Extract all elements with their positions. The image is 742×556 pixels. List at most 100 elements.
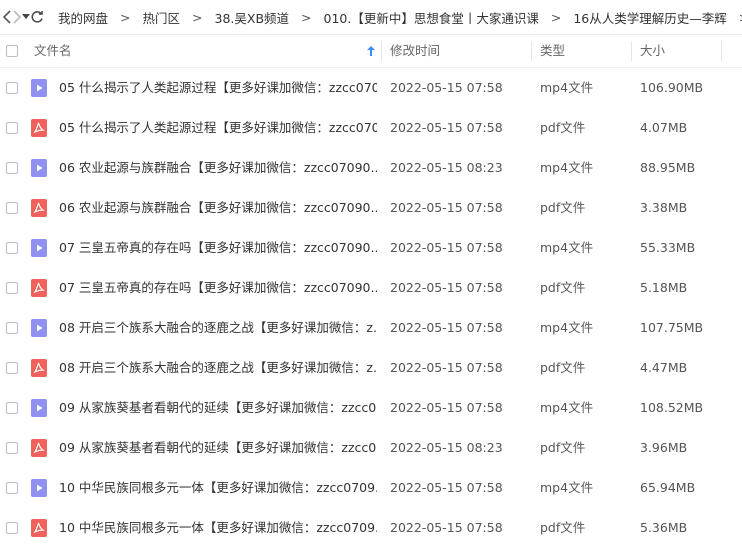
video-file-icon — [31, 479, 47, 497]
row-checkbox[interactable] — [6, 402, 18, 414]
breadcrumb-item-current-folder[interactable]: 16从人类学理解历史—李辉 — [573, 8, 726, 27]
file-row[interactable]: 08 开启三个族系大融合的逐鹿之战【更多好课加微信：z... 2022-05-15… — [0, 308, 742, 348]
file-name[interactable]: 06 农业起源与族群融合【更多好课加微信：zzcc07090... — [59, 188, 377, 228]
file-size: 88.95MB — [640, 160, 696, 175]
file-row[interactable]: 09 从家族葵基者看朝代的延续【更多好课加微信：zzcc0... 2022-05-… — [0, 428, 742, 468]
row-checkbox[interactable] — [6, 362, 18, 374]
file-size: 65.94MB — [640, 480, 696, 495]
forward-button[interactable] — [12, 0, 22, 34]
file-size: 106.90MB — [640, 80, 704, 95]
pdf-file-icon — [31, 359, 47, 377]
video-file-icon — [31, 159, 47, 177]
breadcrumb-separator: > — [120, 9, 131, 25]
video-file-icon — [31, 79, 47, 97]
row-checkbox[interactable] — [6, 482, 18, 494]
video-file-icon — [31, 319, 47, 337]
file-name[interactable]: 05 什么揭示了人类起源过程【更多好课加微信：zzcc070... — [59, 108, 377, 148]
file-name[interactable]: 09 从家族葵基者看朝代的延续【更多好课加微信：zzcc0... — [59, 388, 377, 428]
file-name[interactable]: 10 中华民族同根多元一体【更多好课加微信：zzcc0709... — [59, 468, 377, 508]
breadcrumb-separator: > — [550, 9, 562, 25]
column-divider[interactable] — [631, 41, 632, 61]
file-modified-time: 2022-05-15 08:23 — [390, 160, 503, 175]
file-size: 3.38MB — [640, 200, 688, 215]
file-name[interactable]: 08 开启三个族系大融合的逐鹿之战【更多好课加微信：z... — [59, 308, 377, 348]
file-modified-time: 2022-05-15 07:58 — [390, 240, 503, 255]
file-size: 4.07MB — [640, 120, 688, 135]
row-checkbox[interactable] — [6, 242, 18, 254]
file-name[interactable]: 08 开启三个族系大融合的逐鹿之战【更多好课加微信：z... — [59, 348, 377, 388]
column-divider[interactable] — [381, 41, 382, 61]
file-type: pdf文件 — [540, 520, 586, 535]
breadcrumb-item-channel[interactable]: 38.吴XB频道 — [215, 8, 290, 27]
select-all-checkbox[interactable] — [6, 45, 18, 57]
file-row[interactable]: 06 农业起源与族群融合【更多好课加微信：zzcc07090... 2022-05… — [0, 188, 742, 228]
file-name[interactable]: 06 农业起源与族群融合【更多好课加微信：zzcc07090... — [59, 148, 377, 188]
file-type: mp4文件 — [540, 320, 594, 335]
breadcrumb-item-course[interactable]: 010.【更新中】思想食堂丨大家通识课 — [324, 8, 539, 27]
breadcrumb-item-hot-zone[interactable]: 热门区 — [143, 8, 181, 27]
file-name[interactable]: 07 三皇五帝真的存在吗【更多好课加微信：zzcc07090... — [59, 228, 377, 268]
caret-down-icon — [22, 14, 30, 19]
file-row[interactable]: 10 中华民族同根多元一体【更多好课加微信：zzcc0709... 2022-05… — [0, 508, 742, 548]
file-type: pdf文件 — [540, 120, 586, 135]
back-button[interactable] — [2, 0, 12, 34]
refresh-icon — [31, 11, 43, 23]
row-checkbox[interactable] — [6, 442, 18, 454]
pdf-file-icon — [31, 439, 47, 457]
file-modified-time: 2022-05-15 07:58 — [390, 200, 503, 215]
file-row[interactable]: 05 什么揭示了人类起源过程【更多好课加微信：zzcc070... 2022-05… — [0, 68, 742, 108]
file-type: mp4文件 — [540, 240, 594, 255]
file-row[interactable]: 06 农业起源与族群融合【更多好课加微信：zzcc07090... 2022-05… — [0, 148, 742, 188]
file-row[interactable]: 07 三皇五帝真的存在吗【更多好课加微信：zzcc07090... 2022-05… — [0, 268, 742, 308]
file-size: 4.47MB — [640, 360, 688, 375]
file-type: mp4文件 — [540, 160, 594, 175]
column-header-type[interactable]: 类型 — [540, 35, 565, 67]
row-checkbox[interactable] — [6, 162, 18, 174]
file-row[interactable]: 05 什么揭示了人类起源过程【更多好课加微信：zzcc070... 2022-05… — [0, 108, 742, 148]
pdf-file-icon — [31, 279, 47, 297]
column-header-size[interactable]: 大小 — [640, 35, 665, 67]
navigation-bar: 我的网盘 > 热门区 > 38.吴XB频道 > 010.【更新中】思想食堂丨大家… — [0, 0, 742, 34]
file-type: mp4文件 — [540, 80, 594, 95]
file-row[interactable]: 07 三皇五帝真的存在吗【更多好课加微信：zzcc07090... 2022-05… — [0, 228, 742, 268]
file-name[interactable]: 05 什么揭示了人类起源过程【更多好课加微信：zzcc070... — [59, 68, 377, 108]
refresh-button[interactable] — [30, 0, 44, 34]
row-checkbox[interactable] — [6, 322, 18, 334]
file-row[interactable]: 09 从家族葵基者看朝代的延续【更多好课加微信：zzcc0... 2022-05-… — [0, 388, 742, 428]
file-size: 5.36MB — [640, 520, 688, 535]
row-checkbox[interactable] — [6, 282, 18, 294]
video-file-icon — [31, 239, 47, 257]
pdf-file-icon — [31, 519, 47, 537]
row-checkbox[interactable] — [6, 82, 18, 94]
file-name[interactable]: 09 从家族葵基者看朝代的延续【更多好课加微信：zzcc0... — [59, 428, 377, 468]
file-row[interactable]: 08 开启三个族系大融合的逐鹿之战【更多好课加微信：z... 2022-05-15… — [0, 348, 742, 388]
file-size: 108.52MB — [640, 400, 704, 415]
file-type: mp4文件 — [540, 400, 594, 415]
chevron-left-icon — [2, 10, 11, 24]
row-checkbox[interactable] — [6, 202, 18, 214]
column-divider[interactable] — [531, 41, 532, 61]
file-type: pdf文件 — [540, 200, 586, 215]
breadcrumb-item-my-drive[interactable]: 我的网盘 — [58, 8, 108, 27]
file-size: 55.33MB — [640, 240, 696, 255]
pdf-file-icon — [31, 119, 47, 137]
file-modified-time: 2022-05-15 07:58 — [390, 280, 503, 295]
file-type: pdf文件 — [540, 360, 586, 375]
file-row[interactable]: 10 中华民族同根多元一体【更多好课加微信：zzcc0709... 2022-05… — [0, 468, 742, 508]
history-dropdown-button[interactable] — [22, 0, 30, 34]
file-list-header: 文件名 修改时间 类型 大小 — [0, 34, 742, 68]
column-divider[interactable] — [721, 41, 722, 61]
pdf-file-icon — [31, 199, 47, 217]
file-name[interactable]: 10 中华民族同根多元一体【更多好课加微信：zzcc0709... — [59, 508, 377, 548]
column-header-modified[interactable]: 修改时间 — [390, 35, 440, 67]
sort-ascending-icon[interactable] — [367, 46, 375, 56]
row-checkbox[interactable] — [6, 522, 18, 534]
breadcrumb: 我的网盘 > 热门区 > 38.吴XB频道 > 010.【更新中】思想食堂丨大家… — [58, 8, 742, 27]
file-modified-time: 2022-05-15 07:58 — [390, 360, 503, 375]
file-name[interactable]: 07 三皇五帝真的存在吗【更多好课加微信：zzcc07090... — [59, 268, 377, 308]
column-header-name[interactable]: 文件名 — [34, 35, 72, 67]
row-checkbox[interactable] — [6, 122, 18, 134]
file-modified-time: 2022-05-15 08:23 — [390, 440, 503, 455]
file-type: pdf文件 — [540, 440, 586, 455]
file-size: 5.18MB — [640, 280, 688, 295]
